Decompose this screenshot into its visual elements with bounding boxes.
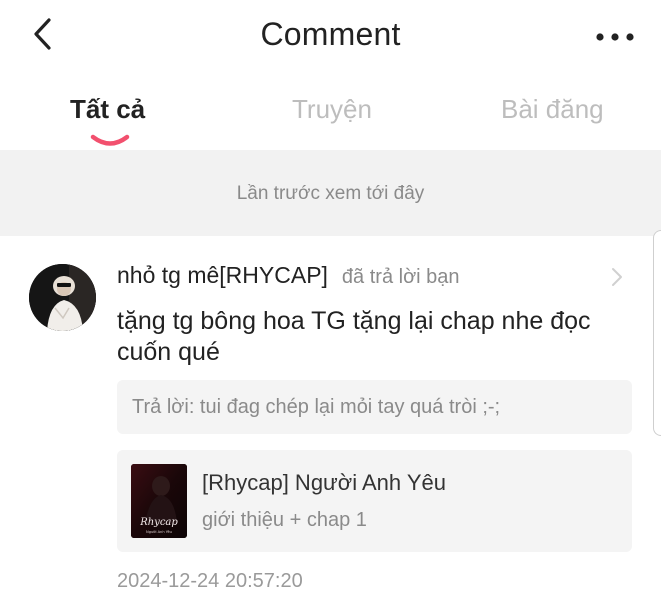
more-horizontal-icon [596,33,634,41]
last-viewed-label: Lần trước xem tới đây [236,183,425,204]
user-avatar-image [29,264,96,331]
cover-subtitle-text: Người Anh Yêu [146,530,172,534]
page-title: Comment [260,16,401,52]
quoted-reply-text: Trả lời: tui đag chép lại mỏi tay quá tr… [132,396,501,418]
tab-stories[interactable]: Truyện [292,94,372,125]
tab-bar: Tất cả Truyện Bài đăng [0,80,661,150]
reply-action-text: đã trả lời bạn [341,266,460,288]
story-card[interactable]: Rhycap Người Anh Yêu [Rhycap] Người Anh … [117,450,632,552]
story-chapter: giới thiệu + chap 1 [202,509,367,531]
cover-title-text: Rhycap [139,517,178,528]
tab-all[interactable]: Tất cả [70,94,145,125]
active-tab-indicator [90,134,130,146]
story-cover-image: Rhycap Người Anh Yêu [131,464,187,538]
chevron-right-icon[interactable] [609,266,625,288]
last-viewed-divider: Lần trước xem tới đây [0,150,661,236]
story-title: [Rhycap] Người Anh Yêu [202,470,446,495]
username[interactable]: nhỏ tg mê[RHYCAP] [117,262,328,289]
comment-header: nhỏ tg mê[RHYCAP] đã trả lời bạn [117,262,460,296]
tab-posts[interactable]: Bài đăng [501,94,604,125]
header-bar: Comment [0,0,661,76]
more-button[interactable] [591,22,639,52]
comment-timestamp: 2024-12-24 20:57:20 [117,570,303,592]
quoted-reply[interactable]: Trả lời: tui đag chép lại mỏi tay quá tr… [117,380,632,434]
avatar[interactable] [29,264,96,331]
comment-body: tặng tg bông hoa TG tặng lại chap nhe đọ… [117,307,591,366]
comment-item[interactable]: nhỏ tg mê[RHYCAP] đã trả lời bạn tặng tg… [0,236,661,600]
story-cover: Rhycap Người Anh Yêu [131,464,187,538]
